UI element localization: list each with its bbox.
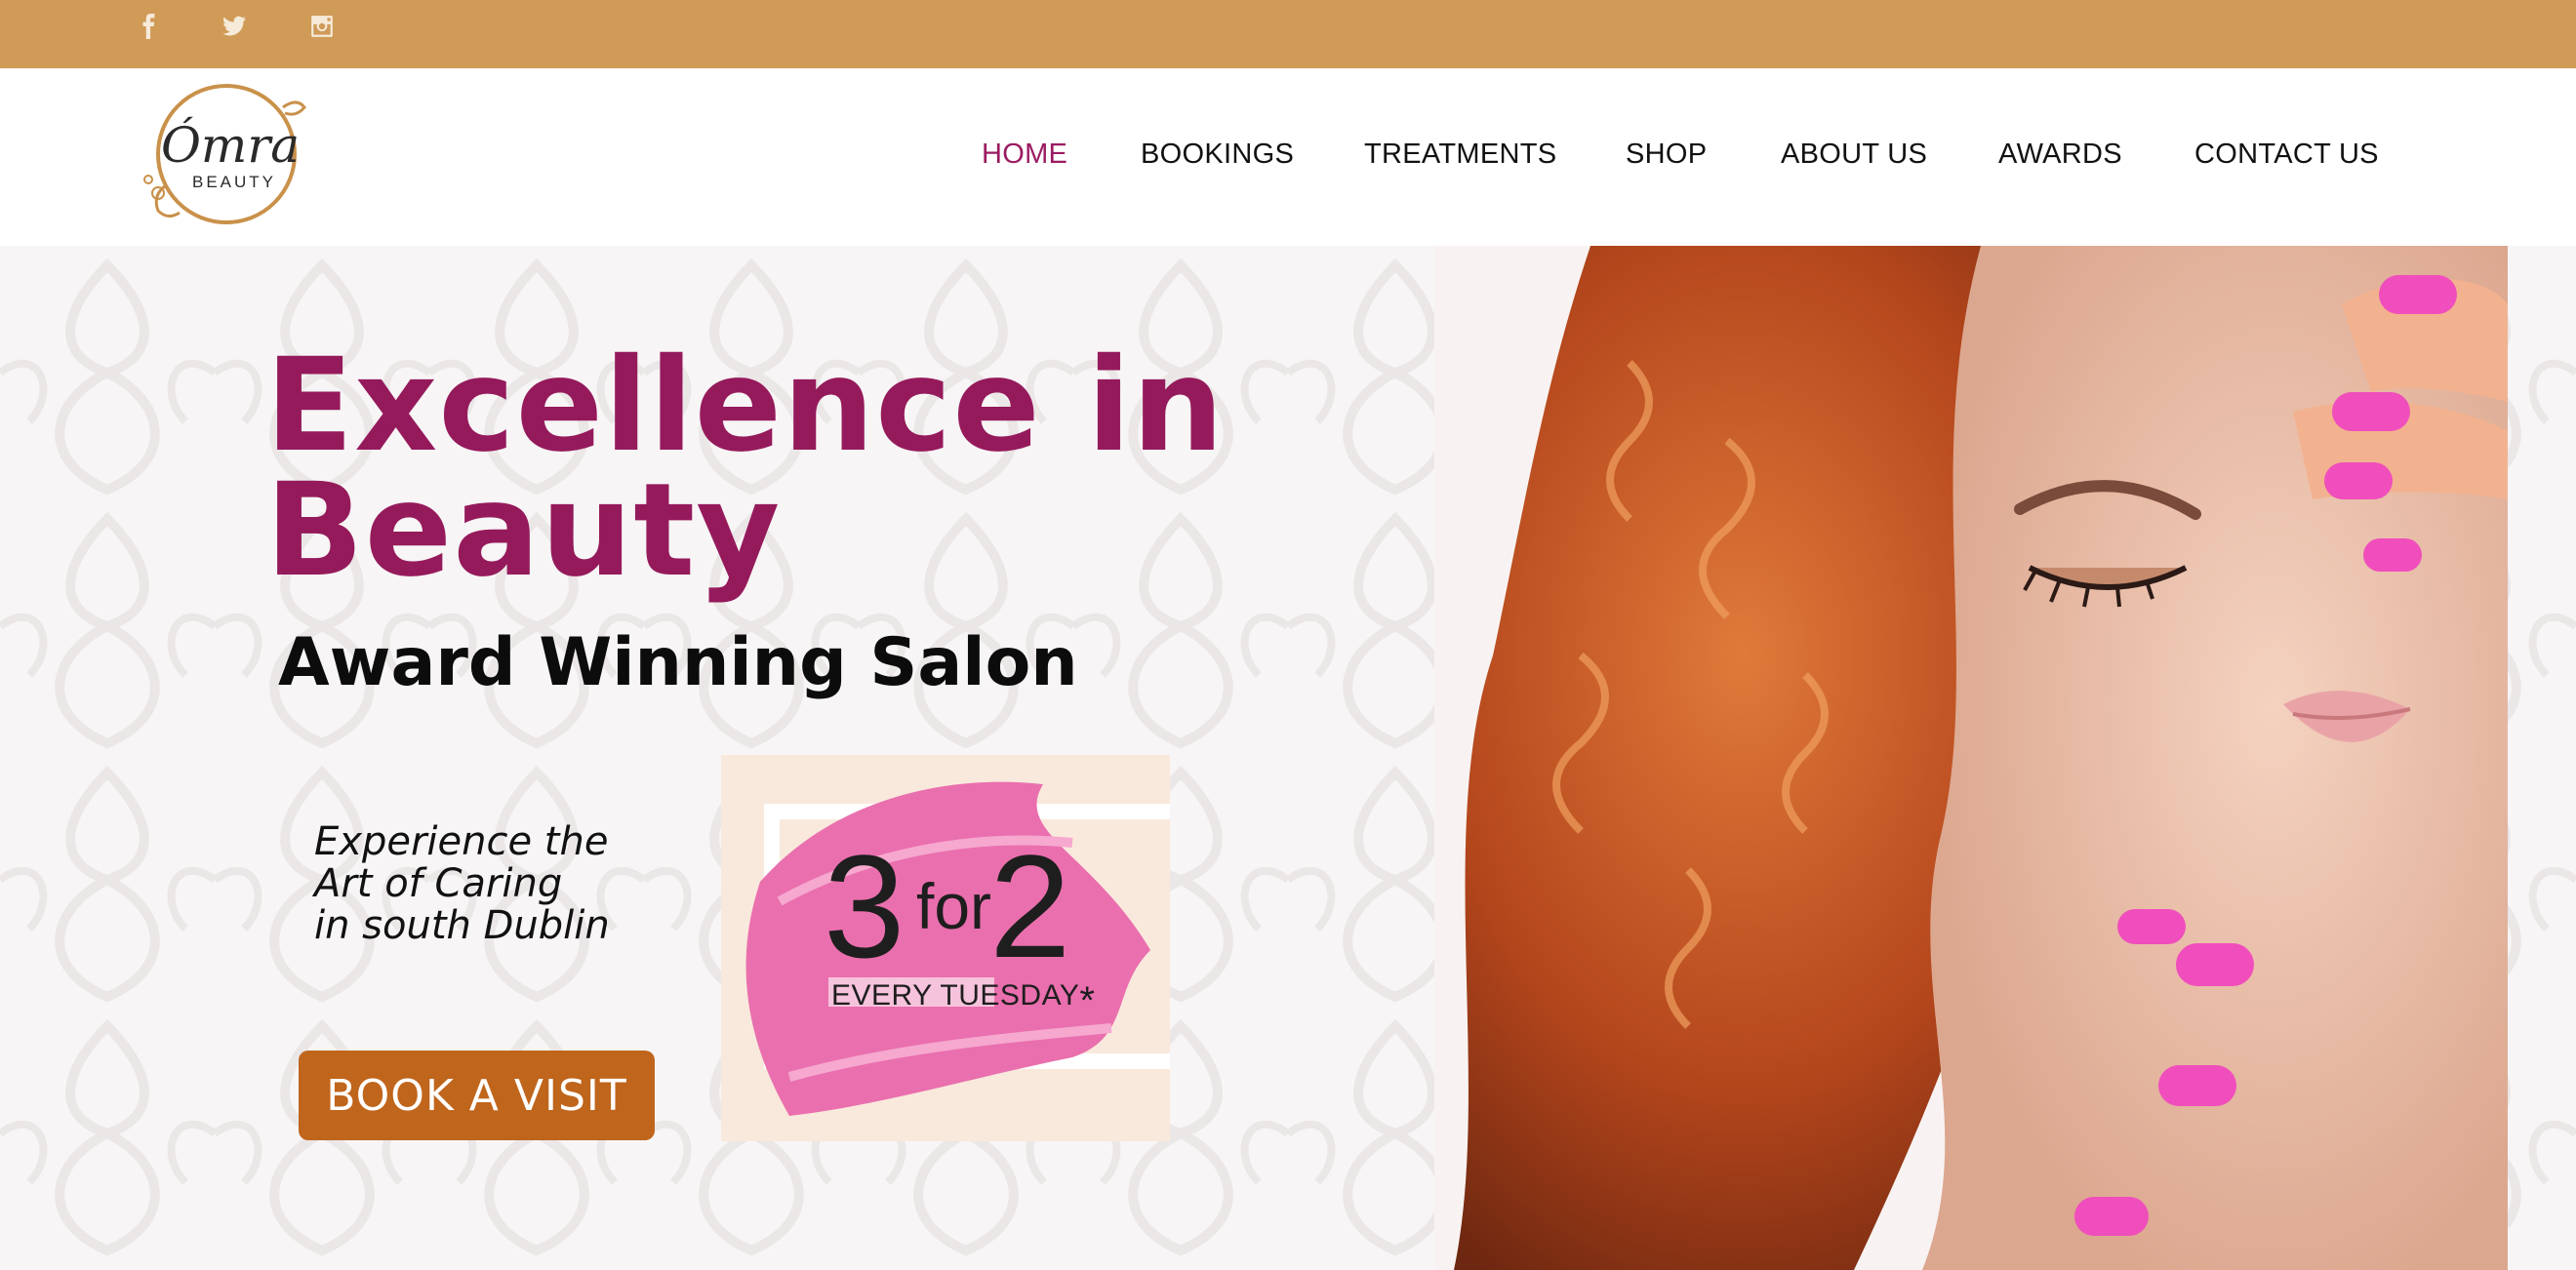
tagline-line-2: Art of Caring <box>314 861 563 906</box>
promo-number-three: 3 <box>824 824 906 988</box>
logo-subtitle: BEAUTY <box>192 173 276 191</box>
site-header: Ómra BEAUTY HOME BOOKINGS TREATMENTS SHO… <box>0 68 2576 248</box>
promo-number-two: 2 <box>989 824 1071 988</box>
tagline-line-1: Experience the <box>314 819 609 864</box>
nav-item-contact-us[interactable]: CONTACT US <box>2194 139 2379 171</box>
promo-for-text: for <box>916 870 992 942</box>
promo-caption-text: EVERY TUESDAY <box>831 979 1080 1012</box>
nav-item-bookings[interactable]: BOOKINGS <box>1141 139 1294 171</box>
hero-banner: Excellence in Beauty Award Winning Salon… <box>0 246 2576 1270</box>
nav-item-treatments[interactable]: TREATMENTS <box>1364 139 1556 171</box>
headline-line-1: Excellence in <box>265 331 1226 481</box>
model-portrait-photo <box>1434 246 2508 1270</box>
logo-wordmark: Ómra <box>161 116 300 174</box>
headline-line-2: Beauty <box>265 456 782 606</box>
social-bar <box>0 0 2576 68</box>
facebook-icon[interactable] <box>133 10 166 43</box>
three-for-two-promo[interactable]: 3 for 2 EVERY TUESDAY* <box>721 755 1187 1141</box>
hero-subheadline: Award Winning Salon <box>278 624 1078 701</box>
hero-tagline: Experience the Art of Caring in south Du… <box>314 821 724 947</box>
nav-item-shop[interactable]: SHOP <box>1626 139 1707 171</box>
omra-beauty-logo[interactable]: Ómra BEAUTY <box>137 78 312 234</box>
promo-asterisk: * <box>1079 979 1096 1022</box>
book-a-visit-button[interactable]: BOOK A VISIT <box>299 1051 655 1140</box>
twitter-icon[interactable] <box>218 10 251 43</box>
nav-item-about-us[interactable]: ABOUT US <box>1781 139 1927 171</box>
promo-caption: EVERY TUESDAY* <box>831 979 1095 1023</box>
instagram-icon[interactable] <box>305 10 339 43</box>
tagline-line-3: in south Dublin <box>314 903 610 948</box>
nav-item-home[interactable]: HOME <box>982 139 1067 171</box>
nav-item-awards[interactable]: AWARDS <box>1998 139 2122 171</box>
hero-headline: Excellence in Beauty <box>265 331 1241 606</box>
promo-brush-graphic <box>721 755 1187 1141</box>
